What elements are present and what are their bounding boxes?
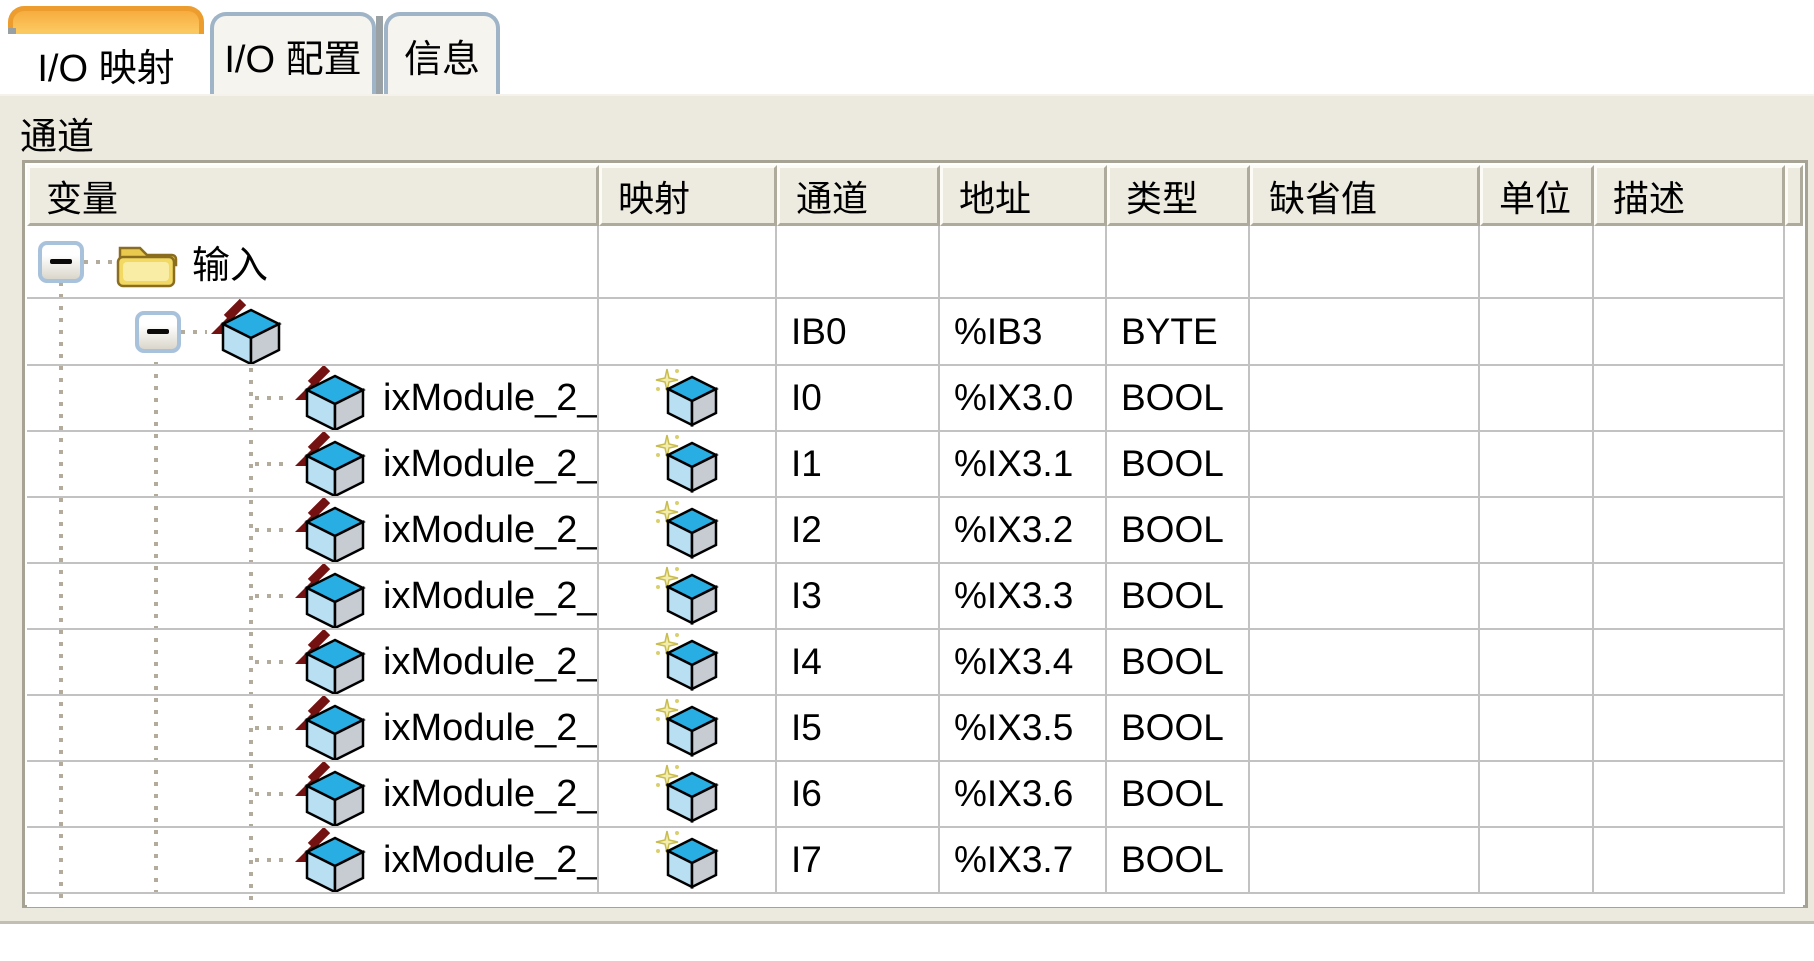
type-value: BOOL [1107,630,1250,696]
channel-value: I5 [777,696,940,762]
input-cube-arrow-icon [291,696,369,762]
group-label-channels: 通道 [20,106,94,160]
column-header-mapping[interactable]: 映射 [599,165,777,226]
input-cube-arrow-icon [291,762,369,828]
channel-value: I7 [777,828,940,894]
table-row-bit-i4[interactable]: ixModule_2_I4 I4 %IX3.4 BOOL [27,630,1803,696]
input-cube-arrow-icon [291,630,369,696]
address-value: %IX3.3 [940,564,1107,630]
address-value: %IX3.2 [940,498,1107,564]
cube-sparkle-icon [654,367,720,429]
variable-name: ixModule_2_I4 [383,641,599,684]
table-row-byte-ib0[interactable]: IB0 %IB3 BYTE [27,299,1803,366]
table-row-bit-i6[interactable]: ixModule_2_I6 I6 %IX3.6 BOOL [27,762,1803,828]
collapse-toggle-icon[interactable] [135,311,181,353]
address-value: %IX3.7 [940,828,1107,894]
variable-name: ixModule_2_I2 [383,509,599,552]
type-value: BOOL [1107,432,1250,498]
type-value: BOOL [1107,498,1250,564]
variable-name: ixModule_2_I7 [383,839,599,882]
address-value: %IX3.1 [940,432,1107,498]
type-value: BOOL [1107,696,1250,762]
tab-information-label: 信息 [404,28,480,83]
table-header-row: 变量 映射 通道 地址 类型 缺省值 单位 描述 [27,165,1803,226]
table-row-bit-i5[interactable]: ixModule_2_I5 I5 %IX3.5 BOOL [27,696,1803,762]
tab-divider [376,16,383,94]
tab-io-configuration[interactable]: I/O 配置 [210,12,376,94]
input-cube-arrow-icon [291,498,369,564]
table-row-bit-i0[interactable]: ixModule_2_I0 I0 %IX3.0 BOOL [27,366,1803,432]
table-row-bit-i1[interactable]: ixModule_2_I1 I1 %IX3.1 BOOL [27,432,1803,498]
column-header-channel[interactable]: 通道 [777,165,940,226]
table-body: 输入 [27,226,1803,907]
cube-sparkle-icon [654,697,720,759]
channel-value: I2 [777,498,940,564]
column-header-filler [1785,165,1803,226]
column-header-type[interactable]: 类型 [1107,165,1250,226]
channel-value: IB0 [777,299,940,366]
address-value: %IB3 [940,299,1107,366]
table-row-inputs-folder[interactable]: 输入 [27,226,1803,299]
channel-value: I3 [777,564,940,630]
address-value: %IX3.5 [940,696,1107,762]
active-tab-accent [8,6,204,34]
type-value: BYTE [1107,299,1250,366]
channels-group-panel: 通道 变量 映射 通道 地址 类型 缺省值 单位 描述 [0,94,1814,924]
table-row-bit-i3[interactable]: ixModule_2_I3 I3 %IX3.3 BOOL [27,564,1803,630]
variable-name: 输入 [192,234,268,289]
table-row-bit-i2[interactable]: ixModule_2_I2 I2 %IX3.2 BOOL [27,498,1803,564]
input-cube-arrow-icon [291,366,369,432]
variable-name: ixModule_2_I0 [383,377,599,420]
type-value: BOOL [1107,762,1250,828]
cube-sparkle-icon [654,499,720,561]
address-value: %IX3.4 [940,630,1107,696]
channel-value: I4 [777,630,940,696]
input-cube-arrow-icon [207,299,285,366]
column-header-unit[interactable]: 单位 [1480,165,1594,226]
cube-sparkle-icon [654,631,720,693]
folder-icon [114,234,178,290]
tab-io-mapping[interactable]: I/O 映射 [8,6,204,94]
tab-bar: I/O 映射 I/O 配置 信息 [0,0,1814,94]
type-value: BOOL [1107,564,1250,630]
type-value: BOOL [1107,828,1250,894]
variable-name: ixModule_2_I3 [383,575,599,618]
address-value: %IX3.6 [940,762,1107,828]
input-cube-arrow-icon [291,828,369,894]
column-header-default[interactable]: 缺省值 [1250,165,1480,226]
cube-sparkle-icon [654,829,720,891]
variable-name: ixModule_2_I6 [383,773,599,816]
column-header-description[interactable]: 描述 [1594,165,1785,226]
io-mapping-screen: I/O 映射 I/O 配置 信息 通道 变量 映射 通道 地址 类型 缺省值 单… [0,0,1814,961]
tab-io-configuration-label: I/O 配置 [224,28,361,83]
tab-information[interactable]: 信息 [384,12,500,94]
tab-io-mapping-label: I/O 映射 [8,34,204,94]
cube-sparkle-icon [654,433,720,495]
input-cube-arrow-icon [291,432,369,498]
variable-name: ixModule_2_I5 [383,707,599,750]
channel-value: I1 [777,432,940,498]
cube-sparkle-icon [654,565,720,627]
io-channel-table: 变量 映射 通道 地址 类型 缺省值 单位 描述 [22,160,1808,908]
address-value: %IX3.0 [940,366,1107,432]
column-header-variable[interactable]: 变量 [27,165,599,226]
table-row-bit-i7[interactable]: ixModule_2_I7 I7 %IX3.7 BOOL [27,828,1803,894]
channel-value: I6 [777,762,940,828]
input-cube-arrow-icon [291,564,369,630]
cube-sparkle-icon [654,763,720,825]
type-value: BOOL [1107,366,1250,432]
collapse-toggle-icon[interactable] [38,241,84,283]
variable-name: ixModule_2_I1 [383,443,599,486]
column-header-address[interactable]: 地址 [940,165,1107,226]
channel-value: I0 [777,366,940,432]
